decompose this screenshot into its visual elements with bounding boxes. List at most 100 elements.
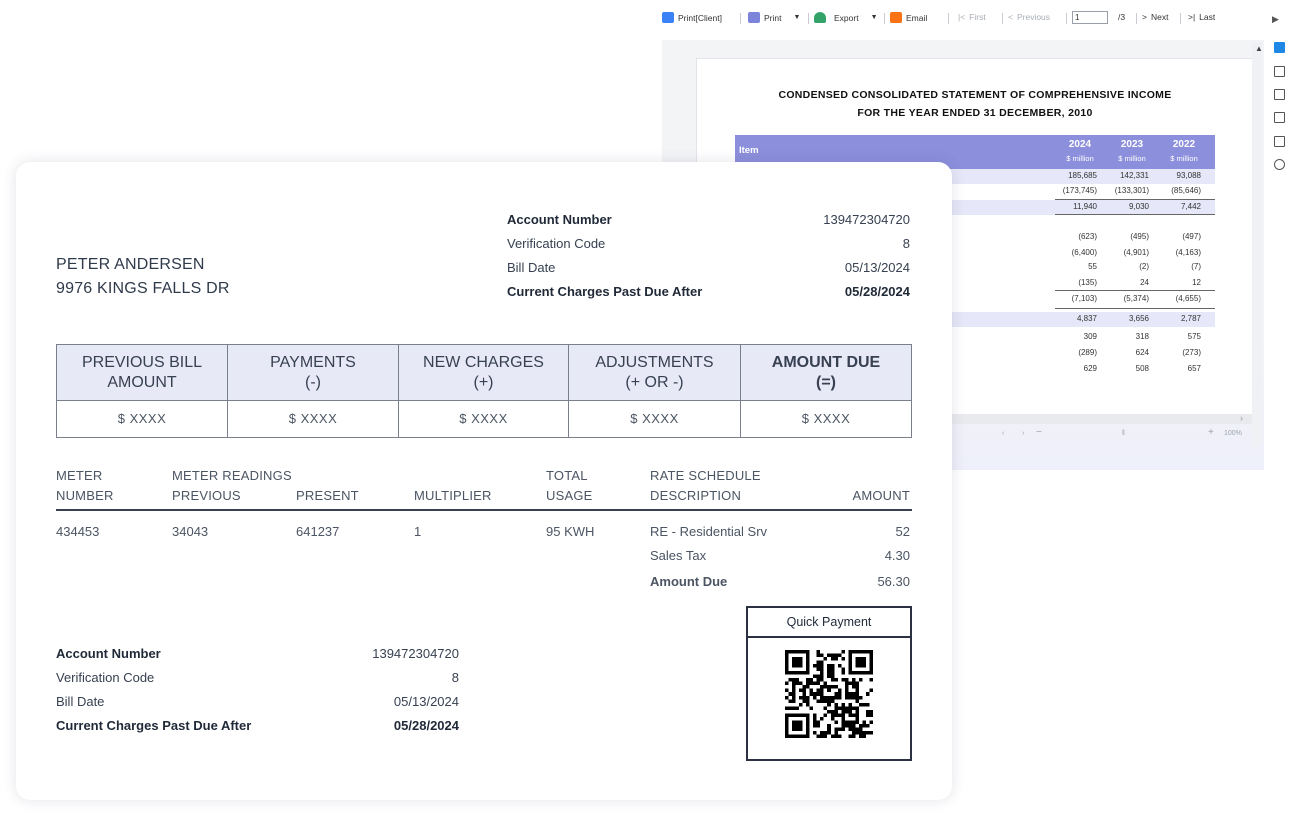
summary-value: $ XXXX <box>288 411 338 426</box>
multiplier-value: 1 <box>414 524 422 539</box>
total-usage: 95 KWH <box>546 524 595 539</box>
quick-payment-title: Quick Payment <box>748 608 910 638</box>
cell: 185,685 <box>1068 171 1097 180</box>
cell: 629 <box>1083 364 1097 373</box>
bill-date-label: Bill Date <box>507 260 556 275</box>
bill-date-label: Bill Date <box>56 694 105 709</box>
toolbar-divider <box>740 13 741 24</box>
chevron-down-icon[interactable]: ▼ <box>871 14 878 21</box>
summary-col-previous-bill: PREVIOUS BILL AMOUNT $ XXXX <box>57 345 228 437</box>
zoom-in-icon[interactable]: + <box>1208 427 1214 438</box>
cell: (6,400) <box>1071 248 1097 257</box>
chevron-right-icon[interactable]: › <box>1022 430 1024 437</box>
summary-col-amount-due: AMOUNT DUE (=) $ XXXX <box>741 345 911 437</box>
verification-code-label: Verification Code <box>507 236 606 251</box>
meter-number: 434453 <box>56 524 100 539</box>
cell: (5,374) <box>1123 294 1149 303</box>
chevron-down-icon[interactable]: ▼ <box>793 14 800 21</box>
cell: (273) <box>1182 348 1201 357</box>
customer-address: 9976 KINGS FALLS DR <box>56 280 230 297</box>
header-unit: $ million <box>1118 154 1146 163</box>
report-title: CONDENSED CONSOLIDATED STATEMENT OF COMP… <box>778 89 1172 101</box>
summary-value: $ XXXX <box>459 411 508 426</box>
meter-header: PREVIOUS <box>172 488 241 503</box>
cloud-export-icon <box>814 12 826 23</box>
cell: (4,655) <box>1175 294 1201 303</box>
account-number-value: 139472304720 <box>823 212 910 227</box>
account-number-value: 139472304720 <box>372 646 459 661</box>
crop-icon[interactable] <box>1274 89 1285 100</box>
cell: 4,837 <box>1076 314 1097 323</box>
cell: (2) <box>1139 262 1149 271</box>
print-client-button[interactable]: Print[Client] <box>662 12 722 23</box>
cell: (623) <box>1078 232 1097 241</box>
amount-due-value: 56.30 <box>877 574 910 589</box>
layout-icon[interactable] <box>1274 42 1285 53</box>
first-page-button[interactable]: |< First <box>958 12 986 22</box>
summary-value: $ XXXX <box>801 411 851 426</box>
email-icon <box>890 12 902 23</box>
summary-header: AMOUNT DUE (=) <box>771 354 881 391</box>
bill-card: PETER ANDERSEN 9976 KINGS FALLS DR Accou… <box>16 162 952 800</box>
cell: 575 <box>1187 332 1201 341</box>
cell: (85,646) <box>1171 186 1201 195</box>
amount-due-label: Amount Due <box>650 574 728 589</box>
chevron-left-icon[interactable]: ‹ <box>1002 430 1004 437</box>
cell: 55 <box>1088 262 1097 271</box>
meter-divider <box>56 509 912 511</box>
cell: 7,442 <box>1180 202 1201 211</box>
export-button[interactable]: Export ▼ <box>814 12 878 23</box>
cell: 9,030 <box>1128 202 1149 211</box>
scroll-right-icon[interactable]: › <box>1240 413 1243 423</box>
summary-col-new-charges: NEW CHARGES (+) $ XXXX <box>399 345 569 437</box>
cell: (289) <box>1078 348 1097 357</box>
page-total: /3 <box>1118 12 1126 22</box>
verification-code-value: 8 <box>902 236 910 251</box>
page-number-input[interactable]: 1 <box>1072 11 1108 24</box>
scroll-up-icon[interactable]: ▲ <box>1255 44 1263 53</box>
report-subtitle: FOR THE YEAR ENDED 31 DECEMBER, 2010 <box>857 107 1093 119</box>
reading-previous: 34043 <box>172 524 209 539</box>
cell: 11,940 <box>1073 202 1097 211</box>
meter-header: NUMBER <box>56 488 114 503</box>
header-item: Item <box>739 145 759 156</box>
cell: 318 <box>1135 332 1149 341</box>
header-unit: $ million <box>1170 154 1198 163</box>
meter-header: AMOUNT <box>852 488 910 503</box>
print-button[interactable]: Print ▼ <box>748 12 800 23</box>
meter-header: RATE SCHEDULE <box>650 468 761 483</box>
toolbar-divider <box>1066 13 1067 24</box>
toolbar-divider <box>1136 13 1137 24</box>
last-page-button[interactable]: >| Last <box>1188 12 1215 22</box>
past-due-value: 05/28/2024 <box>844 284 910 299</box>
previous-page-button[interactable]: < Previous <box>1008 12 1050 22</box>
bill-date-value: 05/13/2024 <box>844 260 910 275</box>
meter-header: TOTAL <box>546 468 588 483</box>
rule <box>1055 308 1215 309</box>
cell: (133,301) <box>1114 186 1149 195</box>
attachment-icon[interactable] <box>1274 159 1285 170</box>
qr-code-icon[interactable] <box>785 650 873 738</box>
expand-panel-icon[interactable]: ▶ <box>1272 14 1279 25</box>
email-button[interactable]: Email <box>890 12 927 23</box>
zoom-slider-handle[interactable]: ‖ <box>1122 430 1125 437</box>
cell: (7,103) <box>1071 294 1097 303</box>
cell: (135) <box>1078 278 1097 287</box>
vertical-scrollbar[interactable] <box>1252 42 1262 446</box>
toolbar-divider <box>948 13 949 24</box>
meter-header: METER <box>56 468 103 483</box>
summary-header: PREVIOUS BILL AMOUNT <box>81 354 203 391</box>
quick-payment-box[interactable]: Quick Payment <box>746 606 912 761</box>
zoom-out-icon[interactable]: − <box>1036 427 1042 438</box>
next-page-button[interactable]: > Next <box>1142 12 1168 22</box>
charge-amount: 4.30 <box>884 548 910 563</box>
table-settings-icon[interactable] <box>1274 66 1285 77</box>
dropdown-box-icon[interactable] <box>1274 112 1285 123</box>
cell: 24 <box>1140 278 1149 287</box>
header-year: 2023 <box>1120 139 1144 150</box>
cell: (4,163) <box>1175 248 1201 257</box>
chevron-left-icon: < <box>1008 12 1013 22</box>
toolbar-divider <box>1180 13 1181 24</box>
cell: (7) <box>1191 262 1201 271</box>
layers-icon[interactable] <box>1274 136 1285 147</box>
